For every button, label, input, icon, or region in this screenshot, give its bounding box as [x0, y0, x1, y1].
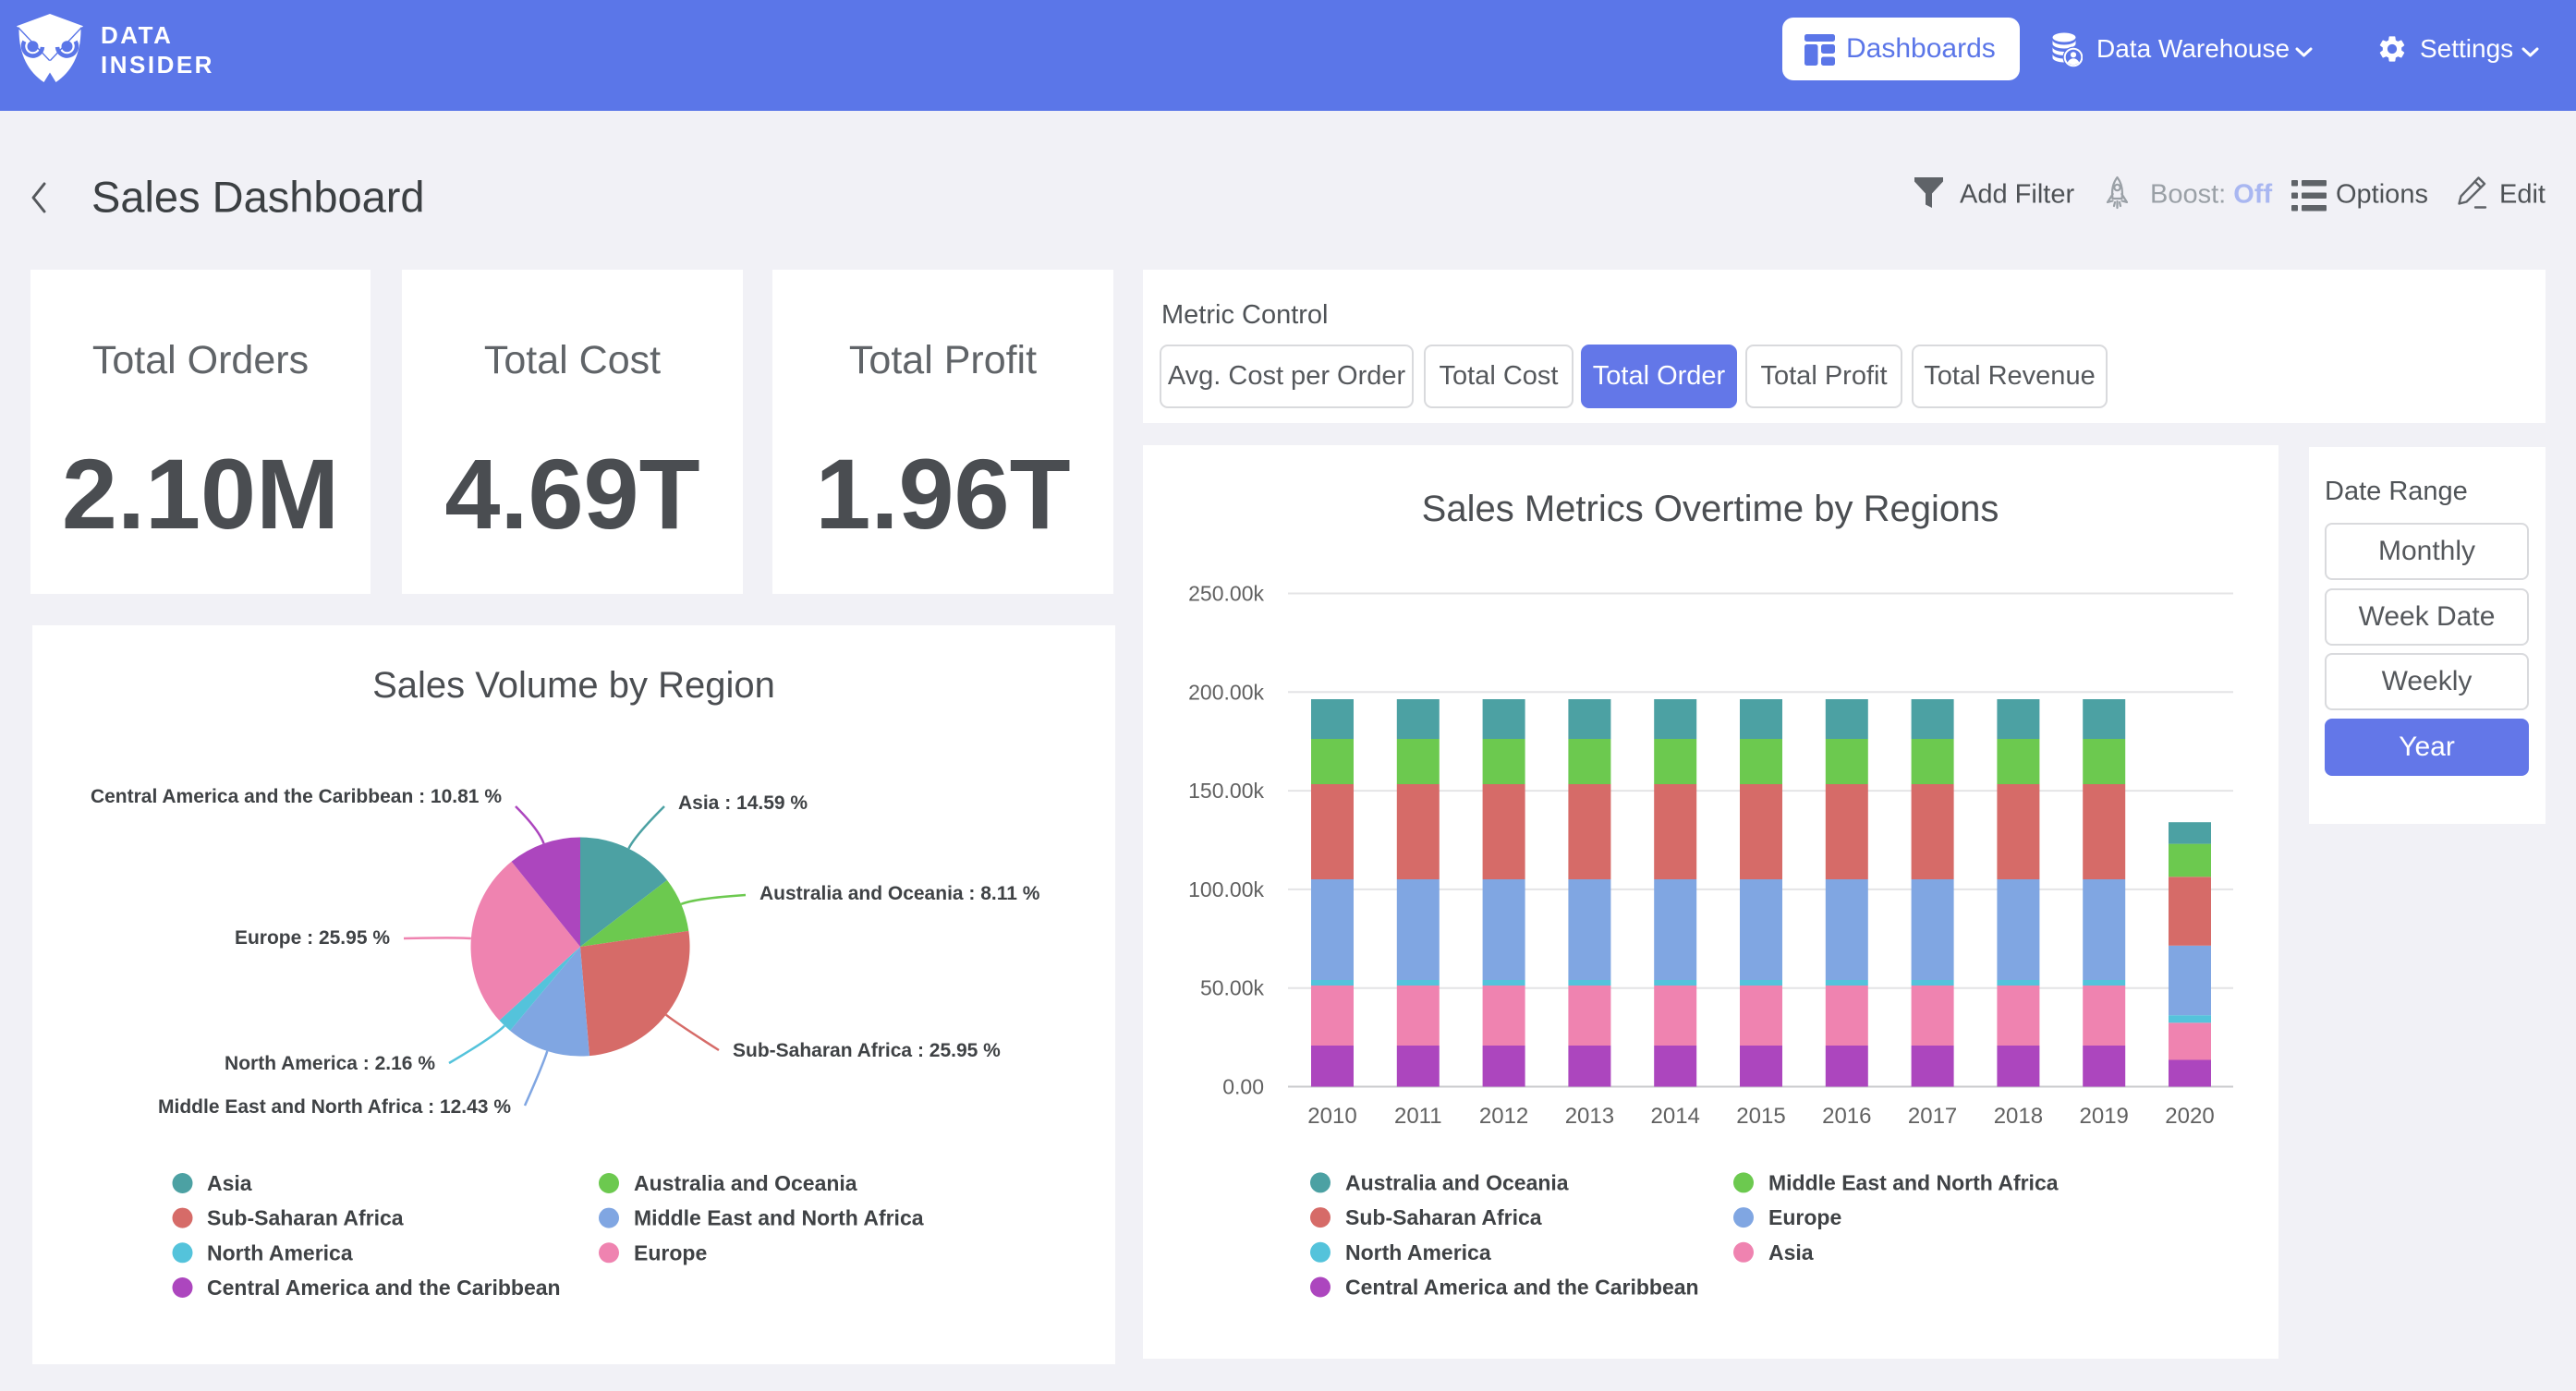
svg-text:Middle East and North Africa :: Middle East and North Africa : 12.43 % — [158, 1096, 511, 1118]
svg-text:Australia and Oceania : 8.11 %: Australia and Oceania : 8.11 % — [759, 883, 1040, 904]
svg-text:North America : 2.16 %: North America : 2.16 % — [225, 1053, 435, 1074]
svg-text:Asia : 14.59 %: Asia : 14.59 % — [678, 792, 808, 814]
svg-text:2020: 2020 — [2165, 1104, 2214, 1129]
svg-text:0.00: 0.00 — [1222, 1075, 1264, 1099]
svg-text:Sub-Saharan Africa : 25.95 %: Sub-Saharan Africa : 25.95 % — [733, 1040, 1001, 1061]
svg-text:Sales Metrics Overtime by Regi: Sales Metrics Overtime by Regions — [1422, 489, 1999, 529]
svg-text:North America: North America — [1345, 1240, 1491, 1264]
svg-text:2014: 2014 — [1651, 1104, 1700, 1129]
svg-text:Europe : 25.95 %: Europe : 25.95 % — [235, 927, 390, 949]
svg-text:2019: 2019 — [2080, 1104, 2129, 1129]
svg-text:Asia: Asia — [207, 1171, 252, 1195]
svg-text:Europe: Europe — [634, 1240, 707, 1264]
svg-text:Middle East and North Africa: Middle East and North Africa — [634, 1206, 924, 1230]
svg-text:100.00k: 100.00k — [1188, 877, 1264, 901]
svg-text:2017: 2017 — [1908, 1104, 1957, 1129]
svg-text:2018: 2018 — [1994, 1104, 2043, 1129]
svg-text:Central America and the Caribb: Central America and the Caribbean — [1345, 1276, 1699, 1300]
svg-text:2016: 2016 — [1822, 1104, 1871, 1129]
svg-text:Middle East and North Africa: Middle East and North Africa — [1768, 1170, 2059, 1194]
svg-text:250.00k: 250.00k — [1188, 582, 1264, 606]
svg-text:2010: 2010 — [1307, 1104, 1356, 1129]
svg-text:Sales Volume by Region: Sales Volume by Region — [372, 665, 775, 706]
svg-text:50.00k: 50.00k — [1200, 976, 1265, 1000]
svg-text:Sub-Saharan Africa: Sub-Saharan Africa — [1345, 1205, 1542, 1229]
svg-text:150.00k: 150.00k — [1188, 779, 1264, 803]
svg-text:North America: North America — [207, 1240, 353, 1264]
svg-text:2013: 2013 — [1565, 1104, 1614, 1129]
svg-text:200.00k: 200.00k — [1188, 680, 1264, 704]
svg-text:Central America and the Caribb: Central America and the Caribbean : 10.8… — [91, 786, 502, 807]
svg-text:Australia and Oceania: Australia and Oceania — [1345, 1170, 1569, 1194]
svg-text:2015: 2015 — [1736, 1104, 1785, 1129]
svg-text:Central America and the Caribb: Central America and the Caribbean — [207, 1276, 561, 1300]
svg-text:2012: 2012 — [1479, 1104, 1528, 1129]
svg-text:Australia and Oceania: Australia and Oceania — [634, 1171, 857, 1195]
svg-text:Sub-Saharan Africa: Sub-Saharan Africa — [207, 1206, 404, 1230]
svg-text:2011: 2011 — [1394, 1104, 1442, 1129]
svg-text:Asia: Asia — [1768, 1240, 1814, 1264]
svg-text:Europe: Europe — [1768, 1205, 1841, 1229]
